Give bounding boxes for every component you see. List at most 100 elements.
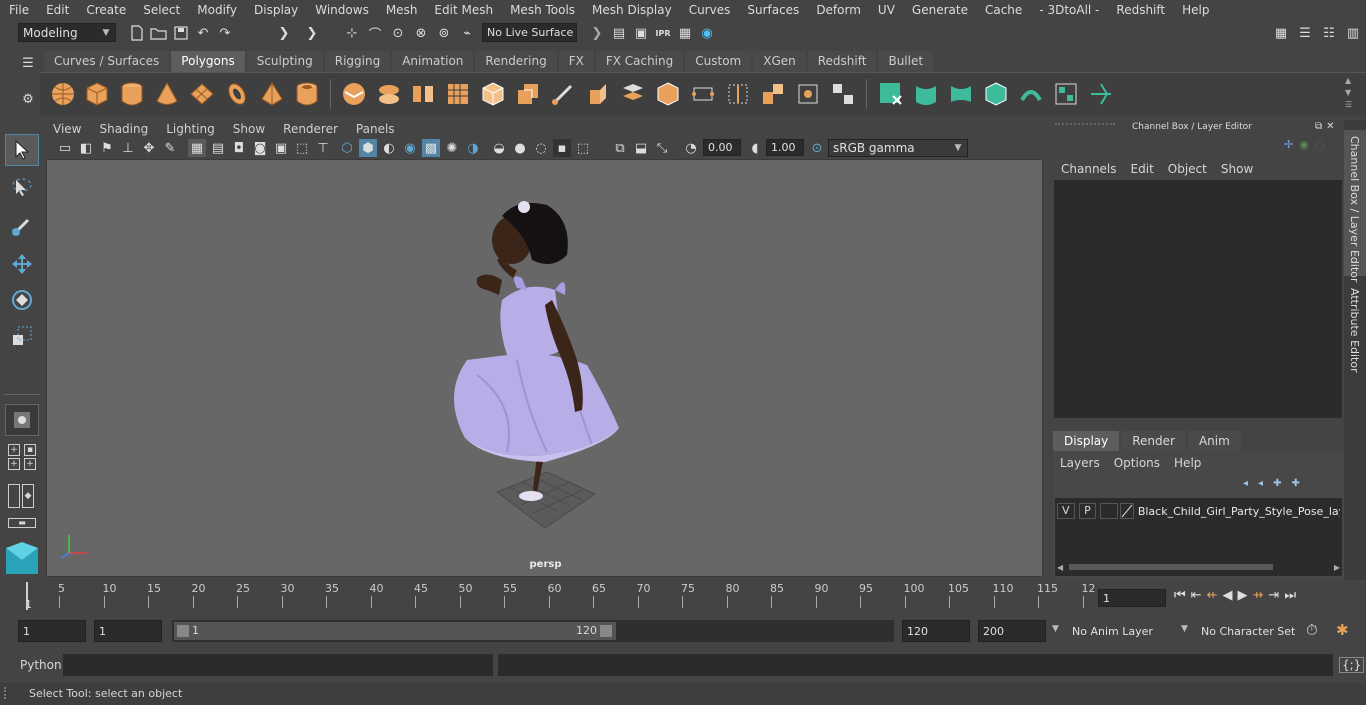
poly-cylinder-icon[interactable] <box>119 81 145 107</box>
poly-sphere-icon[interactable] <box>50 81 76 107</box>
field-chart-icon[interactable]: ▣ <box>272 139 290 157</box>
step-back-key-icon[interactable]: ⇤ <box>1191 588 1202 603</box>
layer-name[interactable]: Black_Child_Girl_Party_Style_Pose_lay <box>1138 505 1340 518</box>
shadows-icon[interactable]: ◑ <box>464 139 482 157</box>
menu-3dtoall[interactable]: - 3DtoAll - <box>1030 3 1107 17</box>
two-d-pan-icon[interactable]: ✥ <box>140 139 158 157</box>
ipr-render-icon[interactable]: IPR <box>654 24 672 42</box>
time-ruler[interactable]: 1 5 10 15 20 25 30 35 40 45 50 55 60 65 70 75 80 85 90 95 1… <box>22 582 1096 612</box>
playback-end-field[interactable]: 120 <box>902 620 970 642</box>
chevron-down-icon[interactable]: ▼ <box>1181 624 1188 634</box>
auto-key-icon[interactable]: ⏱ <box>1306 621 1318 639</box>
tab-attribute-editor-vertical[interactable]: Attribute Editor <box>1344 280 1366 380</box>
layers-menu[interactable]: Layers <box>1053 456 1107 470</box>
bridge-icon[interactable] <box>620 81 646 107</box>
scene-start-field[interactable]: 1 <box>18 620 86 642</box>
command-language-label[interactable]: Python <box>20 658 62 672</box>
frame-selection-icon[interactable]: ⬓ <box>632 139 650 157</box>
rotate-tool-icon[interactable] <box>5 284 39 316</box>
menu-surfaces[interactable]: Surfaces <box>738 3 807 17</box>
smooth-icon[interactable] <box>445 81 471 107</box>
channel-list[interactable] <box>1054 180 1342 418</box>
chevron-right-icon[interactable]: ❯ <box>303 24 321 42</box>
open-scene-icon[interactable] <box>150 24 168 42</box>
menu-mesh[interactable]: Mesh <box>377 3 426 17</box>
help-menu[interactable]: Help <box>1167 456 1208 470</box>
single-view-layout-icon[interactable] <box>5 404 39 436</box>
tab-polygons[interactable]: Polygons <box>171 51 245 72</box>
range-slider-handle[interactable]: 1 120 <box>174 622 616 640</box>
layer-display-type-toggle[interactable] <box>1100 503 1118 519</box>
tab-display-layers[interactable]: Display <box>1053 431 1120 451</box>
snap-curve-icon[interactable]: ⌒ <box>366 24 384 43</box>
wireframe-on-shaded-icon[interactable]: ◐ <box>380 139 398 157</box>
menu-windows[interactable]: Windows <box>306 3 377 17</box>
close-panel-icon[interactable]: ✕ <box>1326 121 1334 132</box>
current-frame-field[interactable]: 1 <box>1098 589 1166 607</box>
range-end-grip[interactable] <box>600 625 612 637</box>
render-frame-icon[interactable]: ▣ <box>632 24 650 42</box>
boolean-icon[interactable] <box>480 81 506 107</box>
make-live-icon[interactable]: ⌁ <box>458 24 476 42</box>
shelf-scroll[interactable]: ▲ ▼ ☰ <box>1345 75 1352 111</box>
range-slider[interactable]: 1 120 <box>172 620 894 642</box>
frame-all-icon[interactable]: ⧉ <box>611 139 629 157</box>
snap-surface-icon[interactable]: ⊚ <box>435 24 453 42</box>
show-menu[interactable]: Show <box>1214 162 1260 176</box>
chevron-right-icon[interactable]: ❯ <box>275 24 293 42</box>
grease-pencil-icon[interactable]: ✎ <box>161 139 179 157</box>
character-set-selector[interactable]: No Character Set <box>1197 620 1297 642</box>
safe-action-icon[interactable]: ⬚ <box>293 139 311 157</box>
layer-scrollbar[interactable]: ◀ ▶ <box>1057 562 1340 572</box>
viewport-menu-lighting[interactable]: Lighting <box>157 122 224 136</box>
mirror-icon[interactable] <box>830 81 856 107</box>
menu-uv[interactable]: UV <box>869 3 903 17</box>
viewport-menu-panels[interactable]: Panels <box>347 122 404 136</box>
render-view-icon[interactable]: ▦ <box>676 24 694 42</box>
play-backwards-icon[interactable]: ◀ <box>1223 588 1233 603</box>
outliner-layout-icon[interactable] <box>8 484 20 508</box>
shelf-settings-icon[interactable]: ⚙ <box>19 90 37 108</box>
speed-icon[interactable]: ◉ <box>1299 138 1309 151</box>
manipulator-icon[interactable]: ✢ <box>1284 138 1293 151</box>
menu-mesh-display[interactable]: Mesh Display <box>583 3 680 17</box>
tab-redshift[interactable]: Redshift <box>807 51 877 72</box>
combine-icon[interactable] <box>341 81 367 107</box>
textured-icon[interactable]: ◉ <box>401 139 419 157</box>
chevron-down-icon[interactable]: ▼ <box>1052 624 1059 634</box>
chevron-right-icon[interactable]: ❯ <box>588 24 606 42</box>
new-layer-icon[interactable]: ✚ <box>1273 478 1281 489</box>
menu-file[interactable]: File <box>0 3 37 17</box>
channels-menu[interactable]: Channels <box>1054 162 1124 176</box>
poly-torus-icon[interactable] <box>224 81 250 107</box>
resolution-gate-icon[interactable]: ◘ <box>230 139 248 157</box>
menu-deform[interactable]: Deform <box>807 3 869 17</box>
menu-edit[interactable]: Edit <box>37 3 77 17</box>
tab-channel-box-vertical[interactable]: Channel Box / Layer Editor <box>1344 130 1366 283</box>
redo-icon[interactable]: ↷ <box>216 24 234 42</box>
grid-icon[interactable]: ▦ <box>188 139 206 157</box>
scroll-thumb[interactable] <box>1069 564 1274 570</box>
camera-attributes-icon[interactable]: ◧ <box>77 139 95 157</box>
color-management-icon[interactable]: ⊙ <box>808 139 826 157</box>
persp-viewport[interactable]: persp <box>46 159 1043 577</box>
workspace-icon[interactable]: ▦ <box>1272 24 1290 42</box>
uv-planar-icon[interactable] <box>878 81 904 107</box>
chevron-down-icon[interactable]: ▼ <box>1345 87 1352 99</box>
screen-space-ao-icon[interactable]: ◒ <box>490 139 508 157</box>
xray-icon[interactable]: ▩ <box>422 139 440 157</box>
go-to-start-icon[interactable]: ⏮ <box>1174 588 1186 603</box>
append-polygon-icon[interactable] <box>690 81 716 107</box>
tab-render-layers[interactable]: Render <box>1121 431 1186 451</box>
poly-plane-icon[interactable] <box>189 81 215 107</box>
snap-point-icon[interactable]: ⊙ <box>389 24 407 42</box>
bevel-icon[interactable] <box>655 81 681 107</box>
step-forward-key-icon[interactable]: ⇥ <box>1268 588 1279 603</box>
move-tool-icon[interactable] <box>5 248 39 280</box>
anti-aliasing-icon[interactable]: ◌ <box>532 139 550 157</box>
graph-layout-icon[interactable]: ◆ <box>22 484 34 508</box>
wireframe-icon[interactable]: ⬡ <box>338 139 356 157</box>
render-settings-icon[interactable]: ▤ <box>610 24 628 42</box>
panel-grip[interactable] <box>1055 123 1115 131</box>
four-view-layout-icon[interactable]: + <box>8 444 20 456</box>
